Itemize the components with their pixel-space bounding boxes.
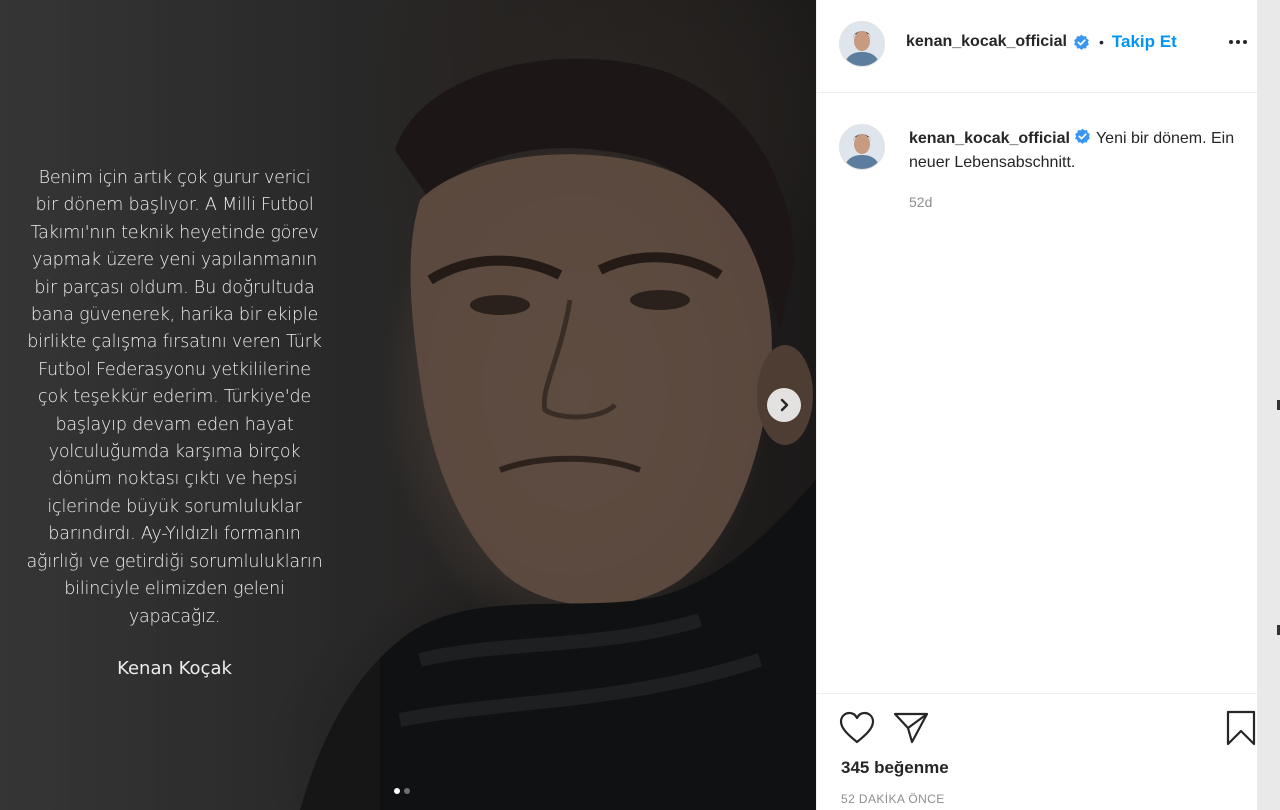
quote-text: Benim için artık çok gurur verici bir dö… [12,165,337,631]
quote-line: yapmak üzere yeni yapılanmanın [31,250,318,271]
quote-line: yolculuğumda karşıma birçok [48,442,301,463]
post-details-panel: kenan_kocak_official • Takip Et kenan_ko… [816,0,1258,810]
quote-line: bana güvenerek, harika bir ekiple [30,305,319,326]
quote-line: birlikte çalışma fırsatını veren Türk [27,332,322,353]
avatar[interactable] [839,21,885,67]
quote-line: bir parçası oldum. Bu doğrultuda [34,277,315,298]
caption-timestamp[interactable]: 52d [909,194,932,210]
quote-line: bilinciyle elimizden geleni [64,579,285,600]
quote-line: çok teşekkür ederim. Türkiye'de [38,387,311,408]
carousel-dot [404,788,410,794]
heart-icon[interactable] [839,711,875,745]
quote-line: yapacağız. [128,606,221,627]
quote-signature: Kenan Koçak [117,658,232,679]
carousel-dot-active [394,788,400,794]
quote-line: Benim için artık çok gurur verici [38,168,311,188]
actions-bar [817,693,1258,746]
separator-dot: • [1098,34,1104,50]
quote-line: dönüm noktası çıktı ve hepsi [51,469,298,490]
quote-line: barındırdı. Ay-Yıldızlı formanın [48,524,301,545]
header-username[interactable]: kenan_kocak_official [906,33,1067,51]
profile-photo [840,22,884,66]
chevron-right-icon [780,398,789,412]
quote-line: Futbol Federasyonu yetkililerine [38,359,311,380]
posted-time: 52 DAKİKA ÖNCE [841,792,945,806]
likes-count[interactable]: 345 beğenme [841,758,949,778]
more-options-icon[interactable] [1229,40,1247,44]
share-icon[interactable] [893,711,929,745]
profile-photo [840,125,884,169]
quote-line: ağırlığı ve getirdiği sorumlulukların [26,551,323,572]
caption-avatar[interactable] [839,124,885,170]
caption-text: kenan_kocak_official Yeni bir dönem. Ein… [909,127,1239,175]
browser-edge [1257,0,1280,810]
carousel-indicator [394,788,410,794]
follow-button[interactable]: Takip Et [1112,32,1177,52]
carousel-next-button[interactable] [767,388,801,422]
post-media[interactable]: Benim için artık çok gurur verici bir dö… [0,0,816,810]
header-user-info: kenan_kocak_official • Takip Et [906,32,1177,52]
quote-line: bir dönem başlıyor. A Milli Futbol [35,195,314,216]
caption-username[interactable]: kenan_kocak_official [909,130,1070,147]
quote-line: içlerinde büyük sorumluluklar [47,496,302,517]
post-header: kenan_kocak_official • Takip Et [817,0,1258,93]
verified-badge-icon [1075,128,1090,144]
quote-line: başlayıp devam eden hayat [55,414,294,435]
verified-badge-icon [1074,34,1089,50]
quote-line: Takımı'nın teknik heyetinde görev [30,222,319,243]
bookmark-icon[interactable] [1225,710,1257,746]
